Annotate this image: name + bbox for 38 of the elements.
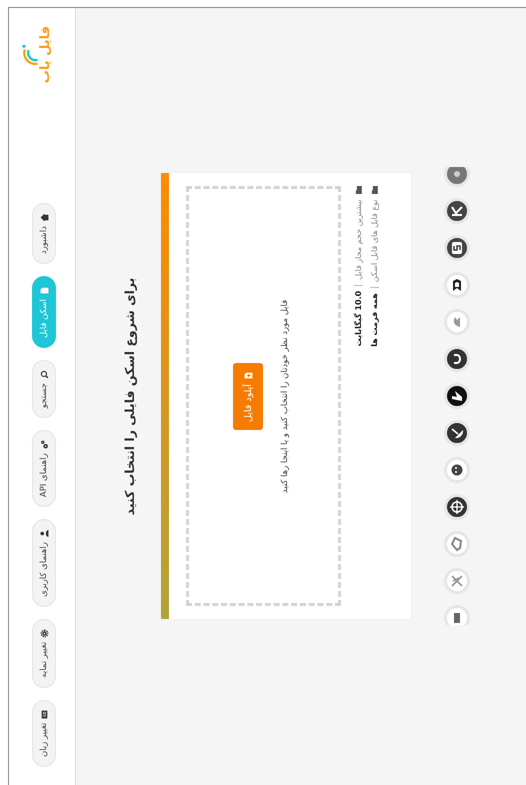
logo-icon: [444, 532, 470, 558]
page-title: برای شروع اسکن فایلی را انتخاب کنید: [122, 278, 137, 516]
wifi-arcs-icon: [20, 42, 40, 67]
drop-hint: فایل مورد نظر خودتان را انتخاب کنید و یا اینجا رها کنید: [280, 300, 290, 494]
nav-item[interactable]: داشبورد: [32, 203, 56, 264]
nav-item[interactable]: جستجو: [32, 360, 56, 418]
nav-item[interactable]: راهنمای API: [32, 430, 56, 508]
nav-item[interactable]: تغییر نمایه: [32, 618, 56, 688]
logo-icon: [444, 458, 470, 484]
logo-icon: [444, 606, 470, 626]
logo-icon: [444, 568, 470, 594]
logo-icon: [444, 310, 470, 336]
limit-value: 10.0 گیگابایت: [354, 290, 363, 346]
logo-icon: [444, 272, 470, 298]
nav-item[interactable]: تغییر زبان: [32, 700, 56, 767]
logo-icon: [444, 168, 470, 188]
logo-icon: [444, 384, 470, 410]
limit-value: همه فرمت ها: [370, 293, 379, 347]
gears-icon: [40, 440, 48, 450]
drop-zone[interactable]: آپلود فایل فایل مورد نظر خودتان را انتخاب کنید و یا اینجا رها کنید: [186, 186, 341, 606]
user-icon: [40, 529, 48, 538]
logo-icon: [444, 494, 470, 520]
logo-icon: [444, 346, 470, 372]
search-icon: [40, 370, 48, 379]
home-icon: [40, 213, 48, 222]
limit-label: نوع فایل های قابل اسکن: [370, 200, 379, 288]
language-icon: [40, 710, 48, 719]
nav-item[interactable]: راهنمای کاربری: [32, 519, 56, 607]
upload-icon: [40, 286, 48, 296]
logo-text: فایل یاب: [39, 26, 54, 84]
logo-icon: [444, 198, 470, 224]
folder-icon: [355, 186, 362, 194]
logo-icon: [444, 420, 470, 446]
file-upload-icon: [244, 371, 252, 380]
folder-icon: [371, 186, 378, 194]
gear-icon: [40, 628, 48, 638]
logo-icon: [444, 236, 470, 262]
limit-label: بیشترین حجم مجاز فایل: [354, 200, 363, 286]
